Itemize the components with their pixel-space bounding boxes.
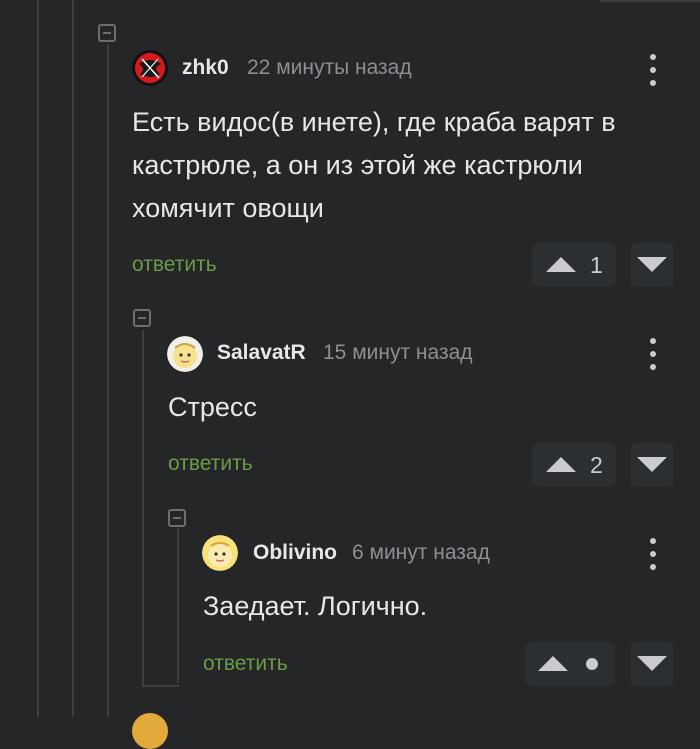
comment-text: Стресс [168, 392, 257, 422]
comment-time: 6 минут назад [352, 541, 490, 564]
cartoon-face-avatar-icon [202, 535, 238, 571]
reply-link[interactable]: ответить [132, 253, 217, 277]
thread-line [72, 0, 74, 717]
comment-time: 22 минуты назад [247, 56, 412, 79]
collapse-thread-button[interactable] [133, 309, 151, 327]
thread-line [177, 528, 179, 683]
collapse-thread-button[interactable] [168, 509, 186, 527]
thread-line [107, 44, 109, 717]
upvote-button[interactable]: 2 [532, 443, 616, 487]
more-options-icon[interactable] [643, 338, 663, 370]
upvote-button[interactable] [525, 642, 615, 686]
cartoon-face-avatar-icon [167, 336, 203, 372]
arrow-down-icon [637, 457, 667, 472]
rating-count: 2 [590, 452, 603, 478]
avatar[interactable] [132, 50, 168, 86]
arrow-up-icon [538, 656, 568, 671]
reply-link[interactable]: ответить [168, 452, 253, 476]
collapse-thread-button[interactable] [98, 24, 116, 42]
thread-line [600, 0, 700, 2]
more-options-icon[interactable] [643, 54, 663, 86]
author-name[interactable]: zhk0 [182, 56, 229, 80]
rating-hidden-dot [586, 658, 598, 670]
thread-line [142, 685, 179, 687]
avatar[interactable] [167, 336, 203, 372]
comment-time: 15 минут назад [323, 341, 473, 364]
avatar[interactable] [202, 535, 238, 571]
arrow-down-icon [637, 656, 667, 671]
author-name[interactable]: Oblivino [253, 541, 337, 565]
reply-link[interactable]: ответить [203, 652, 288, 676]
upvote-button[interactable]: 1 [532, 243, 616, 287]
more-options-icon[interactable] [643, 538, 663, 570]
author-name[interactable]: SalavatR [217, 341, 306, 365]
thread-line [142, 330, 144, 685]
arrow-up-icon [546, 457, 576, 472]
arrow-down-icon [637, 257, 667, 272]
rating-count: 1 [590, 252, 603, 278]
thread-line [37, 0, 39, 717]
downvote-button[interactable] [630, 642, 674, 686]
arrow-up-icon [546, 257, 576, 272]
downvote-button[interactable] [630, 443, 674, 487]
avatar[interactable] [132, 713, 168, 749]
comment-text: Заедает. Логично. [203, 591, 428, 621]
red-sticker-avatar-icon [132, 50, 168, 86]
downvote-button[interactable] [630, 243, 674, 287]
comment-text: Есть видос(в инете), где краба варят в к… [132, 107, 616, 223]
